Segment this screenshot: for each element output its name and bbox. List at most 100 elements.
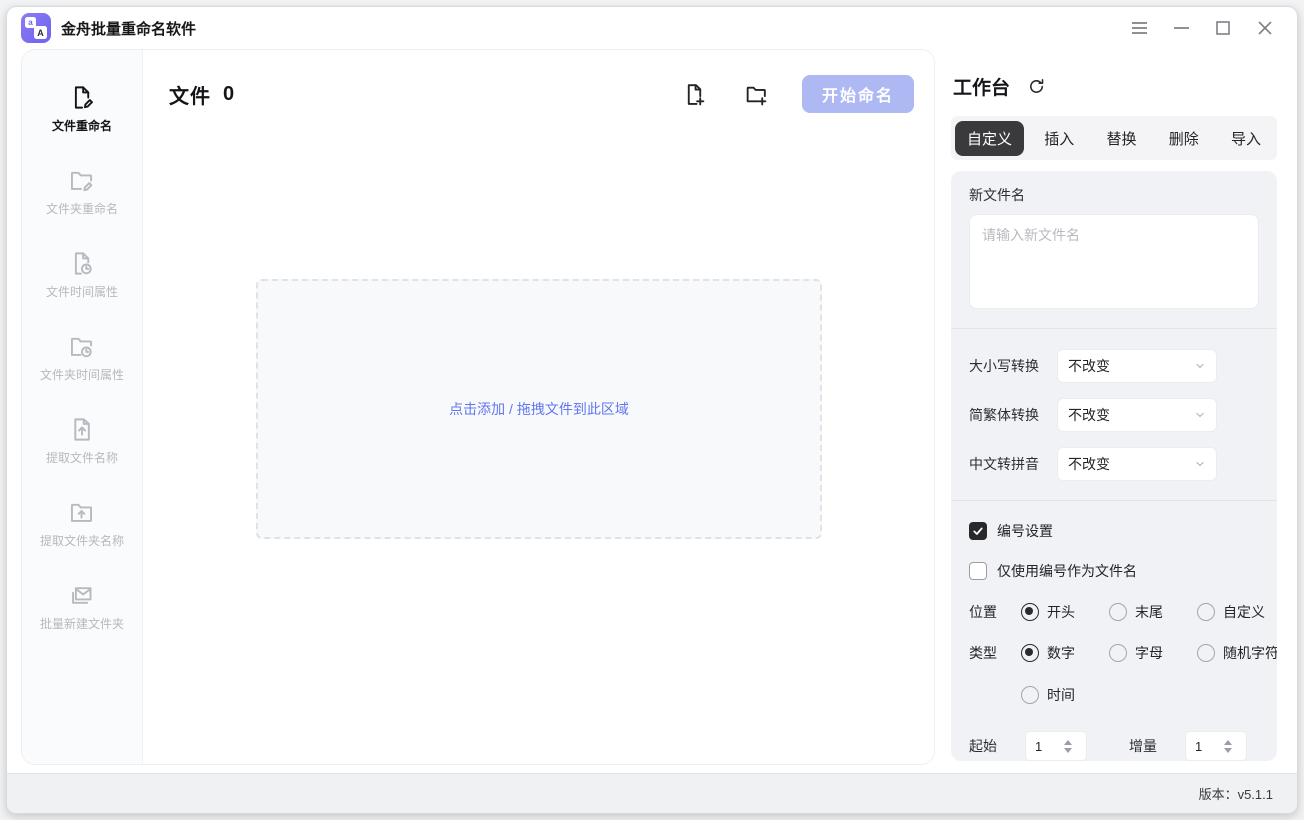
workbench-panel: 工作台 自定义 插入 替换 删除 导入 新文件名 大小写转换	[935, 49, 1287, 765]
numbering-checkbox[interactable]	[969, 522, 987, 540]
start-label: 起始	[969, 736, 1003, 756]
sidebar-item-label: 文件夹重命名	[46, 200, 118, 217]
chevron-down-icon	[1194, 458, 1206, 470]
folder-clock-icon	[68, 333, 95, 360]
pinyin-convert-select[interactable]: 不改变	[1057, 447, 1217, 481]
divider	[951, 328, 1277, 329]
start-spinner[interactable]	[1025, 731, 1087, 761]
status-bar: 版本：v5.1.1	[7, 773, 1297, 813]
window-title: 金舟批量重命名软件	[61, 18, 196, 39]
minimize-button[interactable]	[1167, 14, 1195, 42]
type-label: 类型	[969, 643, 1003, 663]
new-name-label: 新文件名	[969, 185, 1259, 205]
tab-custom[interactable]: 自定义	[955, 121, 1024, 156]
workbench-tabs: 自定义 插入 替换 删除 导入	[951, 116, 1277, 160]
position-option-custom[interactable]: 自定义	[1197, 602, 1259, 622]
folder-pencil-icon	[68, 167, 95, 194]
maximize-button[interactable]	[1209, 14, 1237, 42]
reset-button[interactable]	[1024, 75, 1048, 99]
increment-spinner[interactable]	[1185, 731, 1247, 761]
numbering-label: 编号设置	[997, 521, 1053, 541]
sidebar-item-extract-folder-name[interactable]: 提取文件夹名称	[40, 499, 124, 549]
increment-label: 增量	[1129, 736, 1163, 756]
files-card: 文件重命名 文件夹重命名 文件时间属性 文件夹时间属性 提取文件名称	[21, 49, 935, 765]
file-list-area: 文件 0 开始命名 点击添加 / 拖拽文件到此区域	[143, 50, 934, 764]
file-count: 0	[223, 83, 234, 106]
pinyin-convert-label: 中文转拼音	[969, 454, 1057, 474]
sidebar-item-folder-time[interactable]: 文件夹时间属性	[40, 333, 124, 383]
divider	[951, 500, 1277, 501]
tab-import[interactable]: 导入	[1219, 121, 1273, 156]
case-convert-select[interactable]: 不改变	[1057, 349, 1217, 383]
type-option-letter[interactable]: 字母	[1109, 643, 1197, 663]
sidebar-item-file-time[interactable]: 文件时间属性	[46, 250, 118, 300]
only-number-label: 仅使用编号作为文件名	[997, 561, 1137, 581]
radio-icon	[1109, 603, 1127, 621]
type-option-time[interactable]: 时间	[1021, 685, 1075, 705]
sidebar-item-label: 文件夹时间属性	[40, 366, 124, 383]
tab-insert[interactable]: 插入	[1032, 121, 1086, 156]
folder-export-icon	[68, 499, 95, 526]
sidebar-item-label: 提取文件名称	[46, 449, 118, 466]
add-file-button[interactable]	[674, 74, 714, 114]
position-option-start[interactable]: 开头	[1021, 602, 1109, 622]
menu-icon[interactable]	[1125, 14, 1153, 42]
dropzone-hint: 点击添加 / 拖拽文件到此区域	[449, 399, 629, 419]
case-convert-row: 大小写转换 不改变	[969, 349, 1259, 383]
app-logo-icon: a A	[21, 13, 51, 43]
content-area: 文件重命名 文件夹重命名 文件时间属性 文件夹时间属性 提取文件名称	[7, 49, 1297, 773]
sidebar-item-folder-rename[interactable]: 文件夹重命名	[46, 167, 118, 217]
start-input[interactable]	[1026, 739, 1062, 754]
add-folder-button[interactable]	[736, 74, 776, 114]
position-option-end[interactable]: 末尾	[1109, 602, 1197, 622]
sidebar: 文件重命名 文件夹重命名 文件时间属性 文件夹时间属性 提取文件名称	[22, 50, 143, 764]
file-list-header: 文件 0 开始命名	[143, 50, 934, 114]
radio-icon	[1197, 644, 1215, 662]
spin-up-icon[interactable]	[1064, 740, 1072, 745]
tab-delete[interactable]: 删除	[1157, 121, 1211, 156]
sidebar-item-label: 提取文件夹名称	[40, 532, 124, 549]
pinyin-convert-row: 中文转拼音 不改变	[969, 447, 1259, 481]
spin-down-icon[interactable]	[1064, 748, 1072, 753]
file-export-icon	[68, 416, 95, 443]
traditional-convert-select[interactable]: 不改变	[1057, 398, 1217, 432]
close-button[interactable]	[1251, 14, 1279, 42]
radio-selected-icon	[1021, 644, 1039, 662]
spin-down-icon[interactable]	[1224, 748, 1232, 753]
start-rename-button[interactable]: 开始命名	[802, 75, 914, 113]
file-list-title: 文件	[169, 80, 211, 109]
only-number-checkbox[interactable]	[969, 562, 987, 580]
title-bar: a A 金舟批量重命名软件	[7, 7, 1297, 49]
radio-icon	[1197, 603, 1215, 621]
spin-up-icon[interactable]	[1224, 740, 1232, 745]
chevron-down-icon	[1194, 409, 1206, 421]
workbench-title: 工作台	[953, 73, 1010, 100]
file-dropzone[interactable]: 点击添加 / 拖拽文件到此区域	[256, 279, 822, 539]
only-number-row[interactable]: 仅使用编号作为文件名	[969, 561, 1259, 581]
file-plus-icon	[682, 82, 707, 107]
traditional-convert-row: 简繁体转换 不改变	[969, 398, 1259, 432]
case-convert-label: 大小写转换	[969, 356, 1057, 376]
refresh-icon	[1027, 77, 1046, 96]
radio-icon	[1021, 686, 1039, 704]
type-option-random[interactable]: 随机字符	[1197, 643, 1259, 663]
sidebar-item-batch-new-folder[interactable]: 批量新建文件夹	[40, 582, 124, 632]
app-window: a A 金舟批量重命名软件 文件重命名	[6, 6, 1298, 814]
sidebar-item-extract-file-name[interactable]: 提取文件名称	[46, 416, 118, 466]
radio-selected-icon	[1021, 603, 1039, 621]
sidebar-item-file-rename[interactable]: 文件重命名	[52, 84, 112, 134]
position-row: 位置 开头 末尾 自定义	[969, 602, 1259, 622]
numbering-enable-row[interactable]: 编号设置	[969, 521, 1259, 541]
type-option-number[interactable]: 数字	[1021, 643, 1109, 663]
window-controls	[1125, 14, 1279, 42]
number-start-increment-row: 起始 增量	[969, 731, 1259, 761]
workbench-header: 工作台	[951, 49, 1277, 100]
spinner-arrows[interactable]	[1224, 740, 1232, 753]
tab-replace[interactable]: 替换	[1094, 121, 1148, 156]
sidebar-item-label: 批量新建文件夹	[40, 615, 124, 632]
increment-input[interactable]	[1186, 739, 1222, 754]
type-row-continued: 时间	[1021, 685, 1259, 705]
new-name-input[interactable]	[969, 214, 1259, 309]
type-row: 类型 数字 字母 随机字符	[969, 643, 1259, 663]
spinner-arrows[interactable]	[1064, 740, 1072, 753]
